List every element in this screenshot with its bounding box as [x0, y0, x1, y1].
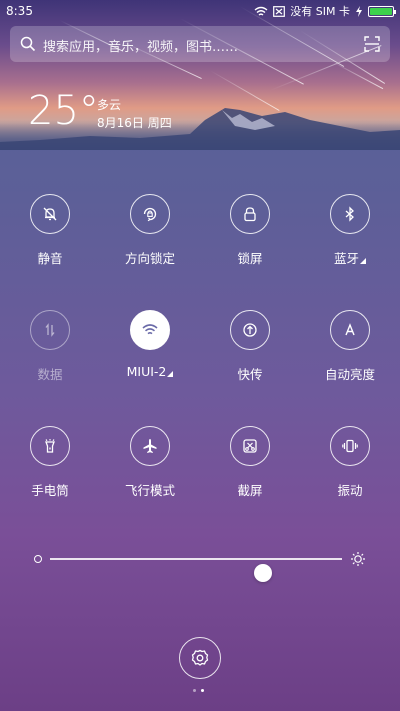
gear-icon: [191, 649, 209, 666]
tile-circle[interactable]: [230, 194, 270, 234]
tile-airplane-mode[interactable]: 飞行模式: [110, 426, 190, 506]
mobile-data-icon: [45, 323, 55, 337]
tile-circle[interactable]: [330, 310, 370, 350]
brightness-thumb[interactable]: [254, 564, 273, 582]
bluetooth-icon: [345, 206, 354, 222]
tile-circle[interactable]: [30, 310, 70, 350]
tile-flashlight[interactable]: 手电筒: [10, 426, 90, 506]
charging-bolt-icon: [356, 5, 362, 17]
screenshot-icon: [243, 439, 257, 453]
vibrate-icon: [342, 439, 358, 453]
page-dot-active: [201, 689, 204, 692]
tile-label: 蓝牙: [310, 248, 390, 267]
tile-auto-brightness[interactable]: 自动亮度: [310, 310, 390, 390]
notification-box-icon: [273, 5, 286, 17]
tile-wifi[interactable]: MIUI-2: [110, 310, 190, 390]
tile-label: 方向锁定: [124, 251, 175, 266]
search-bar[interactable]: 搜索应用，音乐，视频，图书……: [10, 26, 390, 62]
tile-circle[interactable]: [130, 310, 170, 350]
tile-vibrate[interactable]: 振动: [310, 426, 390, 506]
tile-circle[interactable]: [230, 310, 270, 350]
tile-circle[interactable]: [130, 426, 170, 466]
weather-condition: 多云: [97, 98, 122, 112]
rotation-lock-icon: [143, 207, 157, 222]
auto-brightness-icon: [345, 323, 355, 336]
brightness-low-icon: [34, 555, 42, 563]
submenu-triangle-icon: [167, 371, 174, 377]
tile-mobile-data[interactable]: 数据: [10, 310, 90, 390]
airplane-icon: [143, 439, 157, 453]
tile-mute[interactable]: 静音: [10, 194, 90, 274]
brightness-slider[interactable]: [30, 544, 370, 582]
tile-label: 振动: [337, 483, 363, 498]
tile-screenshot[interactable]: 截屏: [210, 426, 290, 506]
brightness-high-icon: [351, 552, 365, 566]
tile-label: 快传: [237, 367, 263, 382]
wifi-status-icon: [254, 6, 268, 16]
quick-transfer-icon: [243, 323, 257, 337]
lock-screen-icon: [244, 207, 256, 222]
status-time: 8:35: [6, 4, 33, 18]
tile-label: 飞行模式: [124, 483, 175, 498]
mute-bell-icon: [43, 207, 57, 221]
tile-bluetooth[interactable]: 蓝牙: [310, 194, 390, 274]
tile-label: 锁屏: [237, 251, 263, 266]
tile-label: 数据: [37, 367, 63, 382]
weather-date: 8月16日 周四: [97, 116, 172, 130]
tile-label: MIUI-2: [110, 364, 190, 379]
no-sim-text: 没有 SIM 卡: [290, 5, 350, 18]
tile-circle[interactable]: [130, 194, 170, 234]
tile-circle[interactable]: [230, 426, 270, 466]
tile-circle[interactable]: [30, 426, 70, 466]
tile-label: 静音: [37, 251, 63, 266]
tile-circle[interactable]: [30, 194, 70, 234]
tile-circle[interactable]: [330, 194, 370, 234]
tile-label: 截屏: [237, 483, 263, 498]
battery-icon: [368, 5, 396, 17]
tile-label: 自动亮度: [324, 367, 375, 382]
scan-icon[interactable]: [364, 36, 380, 52]
wifi-icon: [142, 324, 158, 335]
status-bar: 8:35 没有 SIM 卡: [0, 0, 400, 22]
tile-circle[interactable]: [330, 426, 370, 466]
search-icon: [20, 36, 36, 52]
tile-label: 手电筒: [31, 483, 69, 498]
tile-lock-screen[interactable]: 锁屏: [210, 194, 290, 274]
settings-button[interactable]: [179, 637, 221, 679]
flashlight-icon: [45, 439, 55, 453]
tile-rotation-lock[interactable]: 方向锁定: [110, 194, 190, 274]
temperature: 25°: [28, 88, 99, 134]
page-dot: [193, 689, 196, 692]
brightness-track[interactable]: [50, 558, 342, 582]
page-indicator: [193, 689, 204, 692]
tile-quick-transfer[interactable]: 快传: [210, 310, 290, 390]
search-input[interactable]: 搜索应用，音乐，视频，图书……: [43, 36, 238, 55]
submenu-triangle-icon: [360, 258, 366, 264]
